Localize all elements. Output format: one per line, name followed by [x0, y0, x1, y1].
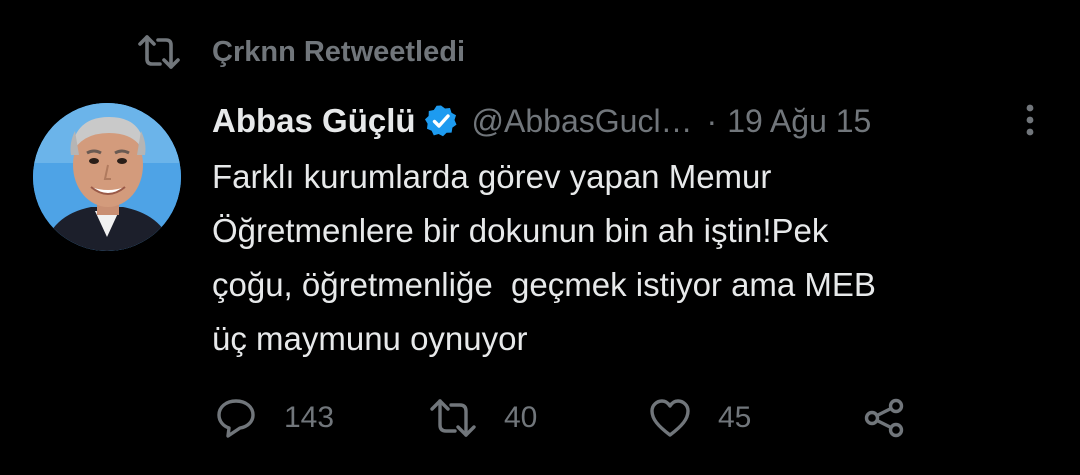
tweet-actions: 143 40 45	[214, 395, 934, 441]
share-button[interactable]	[862, 395, 906, 441]
like-count: 45	[718, 401, 752, 434]
retweet-banner-text[interactable]: Çrknn Retweetledi	[212, 36, 465, 69]
tweet-text: Farklı kurumlarda görev yapan Memur Öğre…	[212, 158, 876, 357]
share-icon	[864, 398, 904, 438]
retweet-banner[interactable]: Çrknn Retweetledi	[136, 30, 465, 74]
author-handle[interactable]: @AbbasGucl…	[472, 103, 693, 140]
more-options-icon[interactable]	[1018, 100, 1042, 140]
author-display-name[interactable]: Abbas Güçlü	[212, 102, 416, 140]
retweet-icon	[430, 399, 476, 437]
retweet-button[interactable]: 40	[428, 395, 537, 441]
heart-icon	[650, 399, 690, 437]
reply-icon	[217, 399, 255, 438]
tweet-timestamp[interactable]: 19 Ağu 15	[727, 103, 871, 140]
reply-button[interactable]: 143	[214, 395, 334, 441]
retweet-count: 40	[504, 401, 538, 434]
avatar[interactable]	[33, 103, 181, 251]
retweet-icon	[136, 33, 182, 71]
separator-dot: ·	[706, 102, 718, 139]
verified-badge-icon	[424, 104, 458, 138]
like-button[interactable]: 45	[648, 395, 751, 441]
tweet-header: Abbas Güçlü @AbbasGucl… · 19 Ağu 15	[212, 98, 1062, 144]
tweet-card[interactable]: Çrknn Retweetledi Abbas Güçlü @AbbasGucl…	[0, 0, 1080, 475]
reply-count: 143	[284, 401, 335, 434]
